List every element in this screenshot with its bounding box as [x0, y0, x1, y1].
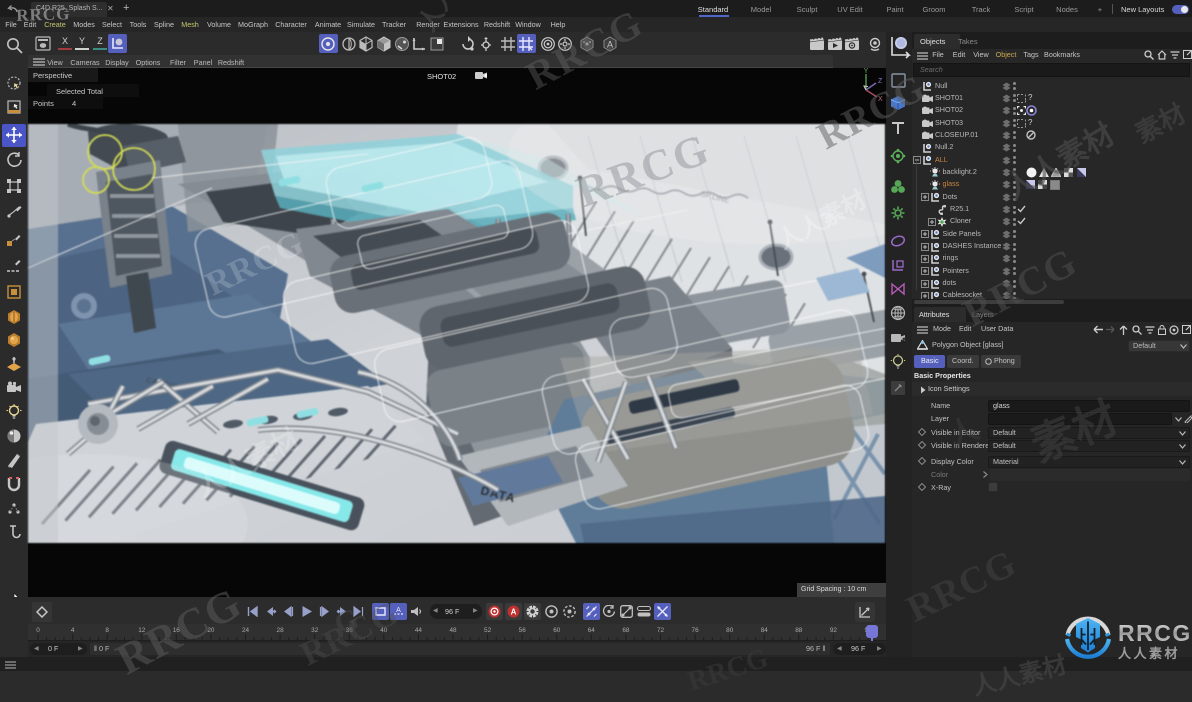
svg-text:人人素材: 人人素材 [1118, 646, 1180, 661]
svg-text:8: 8 [105, 627, 109, 634]
svg-text:RRCG: RRCG [1118, 620, 1192, 646]
svg-text:4: 4 [71, 627, 75, 634]
svg-text:48: 48 [449, 627, 457, 634]
svg-text:28: 28 [277, 627, 285, 634]
svg-text:68: 68 [622, 627, 630, 634]
svg-text:84: 84 [761, 627, 769, 634]
svg-text:24: 24 [242, 627, 250, 634]
svg-text:92: 92 [830, 627, 838, 634]
svg-text:52: 52 [484, 627, 492, 634]
svg-text:Y: Y [864, 68, 869, 75]
svg-text:0: 0 [36, 627, 40, 634]
svg-text:64: 64 [588, 627, 596, 634]
svg-text:88: 88 [795, 627, 803, 634]
svg-text:A: A [511, 608, 517, 617]
svg-text:44: 44 [415, 627, 423, 634]
svg-text:76: 76 [692, 627, 700, 634]
svg-text:80: 80 [726, 627, 734, 634]
svg-text:72: 72 [657, 627, 665, 634]
svg-text:56: 56 [519, 627, 527, 634]
svg-text:60: 60 [553, 627, 561, 634]
